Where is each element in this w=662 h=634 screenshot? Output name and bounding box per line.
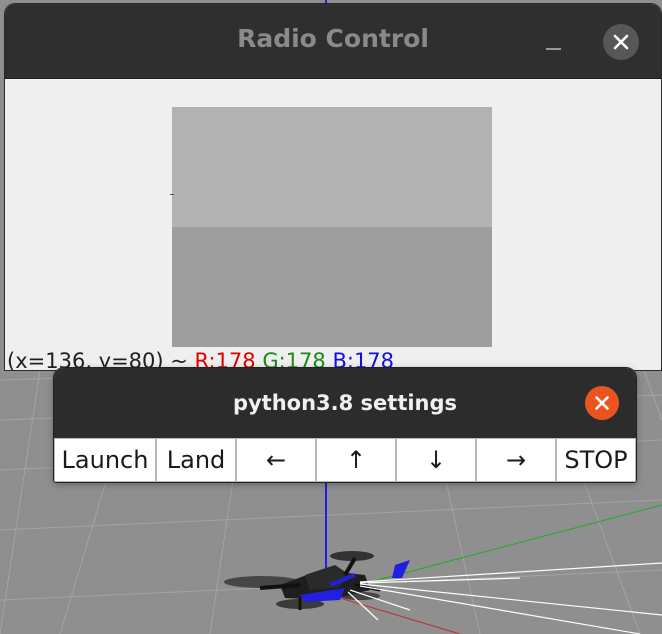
close-icon — [595, 396, 609, 410]
minimize-button[interactable] — [541, 32, 567, 58]
land-button[interactable]: Land — [156, 438, 236, 482]
close-icon — [613, 34, 629, 50]
left-button[interactable]: ← — [236, 438, 316, 482]
down-button[interactable]: ↓ — [396, 438, 476, 482]
up-button[interactable]: ↑ — [316, 438, 396, 482]
settings-window[interactable]: python3.8 settings Launch Land ← ↑ ↓ → S… — [54, 368, 636, 482]
camera-ground-region — [172, 227, 492, 347]
settings-close-button[interactable] — [585, 386, 619, 420]
launch-button[interactable]: Launch — [54, 438, 156, 482]
control-button-row: Launch Land ← ↑ ↓ → STOP — [54, 438, 636, 482]
pixel-info-status: (x=136, y=80) ~ R:178 G:178 B:178 — [7, 349, 394, 370]
camera-horizon-tick — [170, 194, 174, 195]
radio-control-titlebar[interactable]: Radio Control — [5, 4, 661, 79]
settings-window-title: python3.8 settings — [232, 391, 458, 415]
radio-control-window[interactable]: Radio Control (x=136, y=80) ~ R:178 G:17… — [5, 4, 661, 370]
right-button[interactable]: → — [476, 438, 556, 482]
close-button[interactable] — [603, 24, 639, 60]
pixel-green-value: G:178 — [262, 349, 326, 370]
camera-sky-region — [172, 107, 492, 227]
camera-image-view[interactable] — [170, 107, 492, 347]
pixel-red-value: R:178 — [194, 349, 256, 370]
pixel-blue-value: B:178 — [332, 349, 395, 370]
cursor-coordinates: (x=136, y=80) ~ — [7, 349, 188, 370]
settings-titlebar[interactable]: python3.8 settings — [54, 368, 636, 438]
stop-button[interactable]: STOP — [556, 438, 636, 482]
